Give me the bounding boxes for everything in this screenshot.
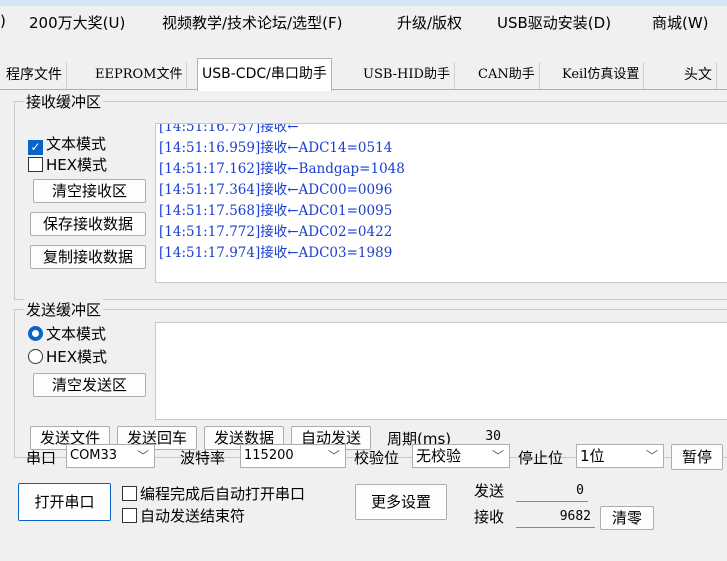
menu-bar: ) 200万大奖(U) 视频教学/技术论坛/选型(F) 升级/版权 USB驱动安… xyxy=(0,12,727,38)
baud-select[interactable]: 115200 ﹀ xyxy=(240,444,346,468)
clear-receive-button[interactable]: 清空接收区 xyxy=(33,179,146,203)
stop-bits-value: 1位 xyxy=(580,447,605,465)
tab-eeprom-file[interactable]: EEPROM文件 xyxy=(91,62,188,90)
stop-bits-select[interactable]: 1位 ﹀ xyxy=(576,444,664,468)
send-hex-mode-label: HEX模式 xyxy=(46,348,108,366)
open-port-button[interactable]: 打开串口 xyxy=(18,483,111,521)
send-text-mode-radio[interactable]: 文本模式 xyxy=(28,323,106,344)
chevron-down-icon: ﹀ xyxy=(136,449,149,463)
receive-text-mode-checkbox[interactable]: ✓ 文本模式 xyxy=(28,133,106,155)
clear-send-button[interactable]: 清空发送区 xyxy=(33,373,146,397)
log-line: [14:51:17.568]接收←ADC01=0095 xyxy=(159,203,393,219)
serial-assistant-panel: 接收缓冲区 ✓ 文本模式 HEX模式 清空接收区 保存接收数据 复制接收数据 [1… xyxy=(0,89,727,561)
clear-count-button[interactable]: 清零 xyxy=(600,506,654,530)
tab-can[interactable]: CAN助手 xyxy=(474,62,540,90)
menu-item-usb-driver[interactable]: USB驱动安装(D) xyxy=(497,12,611,33)
more-settings-button[interactable]: 更多设置 xyxy=(355,484,447,520)
checkbox-icon xyxy=(122,508,137,523)
log-line: [14:51:17.364]接收←ADC00=0096 xyxy=(159,182,393,198)
receive-buffer-title: 接收缓冲区 xyxy=(24,91,104,112)
log-line: [14:51:17.974]接收←ADC03=1989 xyxy=(159,245,393,261)
receive-hex-mode-label: HEX模式 xyxy=(46,156,108,174)
menu-item-paren[interactable]: ) xyxy=(0,12,6,30)
menu-item-store[interactable]: 商城(W) xyxy=(652,12,709,33)
menu-item-prize[interactable]: 200万大奖(U) xyxy=(29,12,125,33)
auto-open-port-checkbox[interactable]: 编程完成后自动打开串口 xyxy=(122,483,305,504)
log-line: [14:51:17.162]接收←Bandgap=1048 xyxy=(159,161,405,177)
baud-value: 115200 xyxy=(244,448,294,463)
auto-send-end-checkbox[interactable]: 自动发送结束符 xyxy=(122,505,245,526)
chevron-down-icon: ﹀ xyxy=(327,449,340,463)
log-line: [14:51:16.959]接收←ADC14=0514 xyxy=(159,140,393,156)
radio-icon xyxy=(28,349,43,364)
menu-item-upgrade[interactable]: 升级/版权 xyxy=(397,12,462,33)
receive-text-area[interactable]: [14:51:16.757]接收← [14:51:16.959]接收←ADC14… xyxy=(155,123,727,283)
tab-keil-sim[interactable]: Keil仿真设置 xyxy=(558,62,645,90)
log-line-partial: [14:51:16.757]接收← xyxy=(159,123,299,135)
copy-receive-button[interactable]: 复制接收数据 xyxy=(30,245,146,269)
stop-bits-label: 停止位 xyxy=(518,449,564,467)
chevron-down-icon: ﹀ xyxy=(491,449,504,463)
parity-select[interactable]: 无校验 ﹀ xyxy=(412,444,510,468)
menu-item-video[interactable]: 视频教学/技术论坛/选型(F) xyxy=(162,12,342,33)
port-select[interactable]: COM33 ﹀ xyxy=(66,444,155,468)
save-receive-button[interactable]: 保存接收数据 xyxy=(30,212,146,236)
chevron-down-icon: ﹀ xyxy=(645,449,658,463)
tab-usb-hid[interactable]: USB-HID助手 xyxy=(359,62,455,90)
receive-hex-mode-checkbox[interactable]: HEX模式 xyxy=(28,154,107,175)
port-label: 串口 xyxy=(26,449,57,467)
radio-selected-icon xyxy=(28,326,43,341)
pause-button[interactable]: 暂停 xyxy=(671,444,723,470)
recv-count-value: 9682 xyxy=(516,508,595,528)
tab-usb-cdc-serial[interactable]: USB-CDC/串口助手 xyxy=(197,58,332,91)
checkbox-icon xyxy=(122,486,137,501)
auto-open-port-label: 编程完成后自动打开串口 xyxy=(140,485,306,503)
baud-label: 波特率 xyxy=(180,449,226,467)
sent-count-value: 0 xyxy=(516,482,588,502)
checkmark-icon: ✓ xyxy=(28,140,43,155)
recv-count-label: 接收 xyxy=(474,508,505,526)
checkbox-icon xyxy=(28,157,43,172)
send-buffer-title: 发送缓冲区 xyxy=(24,299,104,320)
receive-text-mode-label: 文本模式 xyxy=(46,135,107,153)
send-text-mode-label: 文本模式 xyxy=(46,325,107,343)
sent-count-label: 发送 xyxy=(474,482,505,500)
title-strip xyxy=(0,0,727,6)
tab-program-file[interactable]: 程序文件 xyxy=(2,62,67,90)
auto-send-end-label: 自动发送结束符 xyxy=(140,507,246,525)
parity-value: 无校验 xyxy=(416,447,462,465)
tab-bar: 程序文件 EEPROM文件 USB-CDC/串口助手 USB-HID助手 CAN… xyxy=(0,58,727,91)
port-value: COM33 xyxy=(70,448,118,463)
send-text-area[interactable] xyxy=(155,322,727,420)
send-hex-mode-radio[interactable]: HEX模式 xyxy=(28,346,107,367)
tab-header-file[interactable]: 头文 xyxy=(680,62,717,90)
log-line: [14:51:17.772]接收←ADC02=0422 xyxy=(159,224,393,240)
parity-label: 校验位 xyxy=(354,449,400,467)
